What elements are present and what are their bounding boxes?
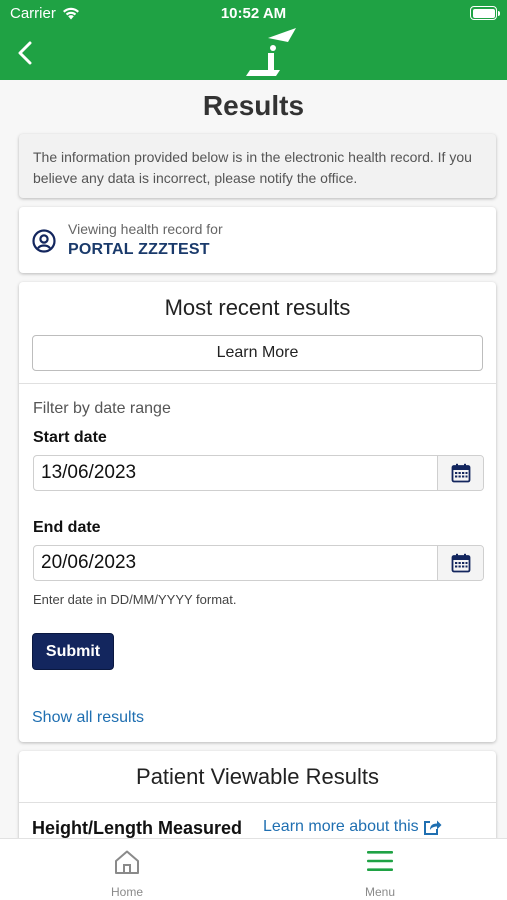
learn-more-button[interactable]: Learn More [32,335,483,371]
end-date-field[interactable]: 20/06/2023 [33,545,484,581]
end-date-calendar-button[interactable] [437,546,483,580]
top-nav-bar [0,28,507,80]
clock: 10:52 AM [220,5,287,22]
result-row-title: Height/Length Measured [32,818,243,838]
filter-label: Filter by date range [33,400,171,417]
learn-more-about-label[interactable]: Learn more about this [263,818,419,836]
start-date-value[interactable]: 13/06/2023 [34,456,437,490]
tab-home-label: Home [110,885,143,899]
home-icon [115,850,139,874]
start-date-calendar-button[interactable] [437,456,483,490]
app-logo [246,28,296,76]
bottom-tab-bar: Home Menu [0,838,507,900]
user-circle-icon [32,229,56,253]
patient-name: PORTAL ZZZTEST [68,241,210,258]
external-share-icon [423,820,442,835]
tab-menu-label: Menu [364,885,396,899]
back-button[interactable] [10,36,40,70]
viewing-label: Viewing health record for [68,221,223,237]
start-date-field[interactable]: 13/06/2023 [33,455,484,491]
calendar-icon [451,463,470,483]
recent-results-title: Most recent results [164,295,351,320]
date-format-hint: Enter date in DD/MM/YYYY format. [33,592,237,607]
hamburger-menu-icon [367,851,393,871]
divider [19,383,496,384]
tab-home[interactable]: Home [77,839,177,900]
end-date-label: End date [33,519,101,536]
calendar-icon [451,553,470,573]
divider [19,802,496,803]
battery-icon [470,6,500,20]
patient-viewable-title: Patient Viewable Results [136,764,379,789]
show-all-results-link[interactable]: Show all results [32,709,144,727]
start-date-label: Start date [33,429,107,446]
chevron-left-icon [18,41,32,65]
tab-menu[interactable]: Menu [330,839,430,900]
learn-more-about-link[interactable]: Learn more about this [263,818,442,836]
page-title: Results [202,90,305,121]
recent-results-card: Most recent results Learn More Filter by… [19,282,496,742]
submit-button[interactable]: Submit [32,633,114,670]
end-date-value[interactable]: 20/06/2023 [34,546,437,580]
status-bar: Carrier 10:52 AM [0,0,507,28]
ehr-notice: The information provided below is in the… [19,134,496,198]
viewing-record-card: Viewing health record for PORTAL ZZZTEST [19,207,496,273]
